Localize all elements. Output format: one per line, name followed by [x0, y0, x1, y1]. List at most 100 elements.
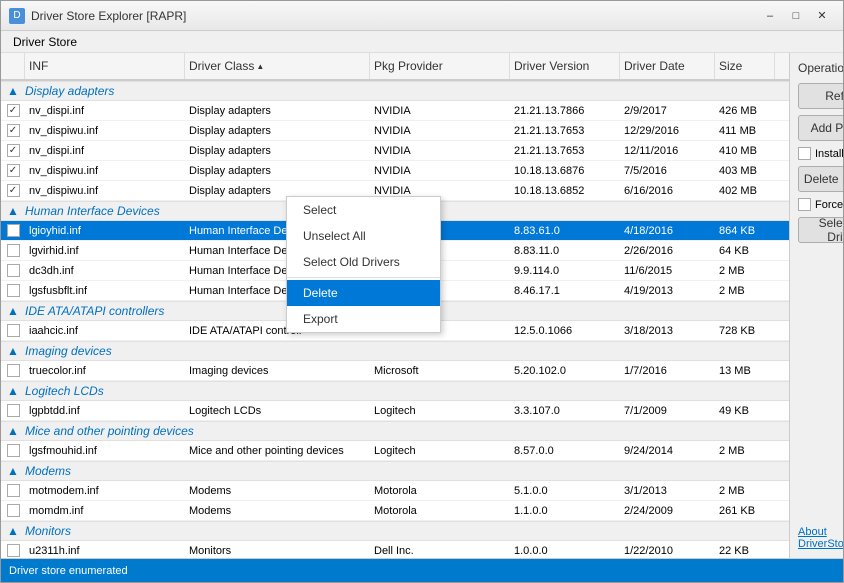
row-size: 402 MB [715, 181, 775, 200]
minimize-button[interactable]: – [757, 6, 783, 26]
table-row[interactable]: truecolor.inf Imaging devices Microsoft … [1, 361, 789, 381]
close-button[interactable]: ✕ [809, 6, 835, 26]
context-menu-item-select[interactable]: Select [287, 197, 440, 223]
row-spacer [775, 361, 789, 380]
row-size: 2 MB [715, 281, 775, 300]
table-row[interactable]: lgsfmouhid.inf Mice and other pointing d… [1, 441, 789, 461]
row-class: Display adapters [185, 141, 370, 160]
section-collapse-icon[interactable]: ▲ [1, 204, 25, 218]
row-date: 4/19/2013 [620, 281, 715, 300]
row-checkbox[interactable] [7, 224, 20, 237]
row-checkbox[interactable] [7, 404, 20, 417]
table-row[interactable]: motmodem.inf Modems Motorola 5.1.0.0 3/1… [1, 481, 789, 501]
row-checkbox[interactable] [7, 504, 20, 517]
section-label: Logitech LCDs [25, 384, 789, 398]
app-icon: D [9, 8, 25, 24]
select-old-drivers-button[interactable]: Select Old Drivers [798, 217, 843, 243]
row-inf: lgsfusbflt.inf [25, 281, 185, 300]
row-checkbox-cell [1, 321, 25, 340]
row-provider: NVIDIA [370, 121, 510, 140]
row-spacer [775, 101, 789, 120]
th-pkg-provider[interactable]: Pkg Provider [370, 53, 510, 79]
force-deletion-checkbox[interactable] [798, 198, 811, 211]
row-date: 4/18/2016 [620, 221, 715, 240]
section-collapse-icon[interactable]: ▲ [1, 524, 25, 538]
row-provider: NVIDIA [370, 141, 510, 160]
row-inf: u2311h.inf [25, 541, 185, 558]
context-menu-item-select-old-drivers[interactable]: Select Old Drivers [287, 249, 440, 275]
row-checkbox-cell [1, 541, 25, 558]
row-size: 411 MB [715, 121, 775, 140]
th-inf[interactable]: INF [25, 53, 185, 79]
menu-bar: Driver Store [1, 31, 843, 53]
table-row[interactable]: nv_dispiwu.inf Display adapters NVIDIA 2… [1, 121, 789, 141]
row-checkbox[interactable] [7, 104, 20, 117]
section-collapse-icon[interactable]: ▲ [1, 304, 25, 318]
row-version: 8.83.11.0 [510, 241, 620, 260]
section-collapse-icon[interactable]: ▲ [1, 424, 25, 438]
row-checkbox-cell [1, 401, 25, 420]
row-spacer [775, 501, 789, 520]
row-checkbox[interactable] [7, 364, 20, 377]
context-menu-item-delete[interactable]: Delete [287, 280, 440, 306]
table-row[interactable]: nv_dispi.inf Display adapters NVIDIA 21.… [1, 141, 789, 161]
row-size: 728 KB [715, 321, 775, 340]
context-menu-item-export[interactable]: Export [287, 306, 440, 332]
row-provider: Motorola [370, 481, 510, 500]
window-title: Driver Store Explorer [RAPR] [31, 9, 186, 23]
row-inf: dc3dh.inf [25, 261, 185, 280]
delete-package-button[interactable]: Delete Package [798, 166, 843, 192]
row-date: 2/9/2017 [620, 101, 715, 120]
th-size[interactable]: Size [715, 53, 775, 79]
th-driver-date[interactable]: Driver Date [620, 53, 715, 79]
row-checkbox[interactable] [7, 244, 20, 257]
row-checkbox[interactable] [7, 484, 20, 497]
install-driver-label: Install Driver [815, 148, 843, 160]
row-checkbox-cell [1, 101, 25, 120]
row-spacer [775, 221, 789, 240]
row-date: 12/11/2016 [620, 141, 715, 160]
th-driver-class[interactable]: Driver Class▲ [185, 53, 370, 79]
row-checkbox[interactable] [7, 124, 20, 137]
row-checkbox-cell [1, 241, 25, 260]
th-driver-version[interactable]: Driver Version [510, 53, 620, 79]
row-version: 21.21.13.7653 [510, 121, 620, 140]
row-size: 2 MB [715, 441, 775, 460]
table-row[interactable]: nv_dispiwu.inf Display adapters NVIDIA 1… [1, 161, 789, 181]
row-checkbox[interactable] [7, 164, 20, 177]
row-size: 403 MB [715, 161, 775, 180]
table-row[interactable]: u2311h.inf Monitors Dell Inc. 1.0.0.0 1/… [1, 541, 789, 558]
row-inf: lgpbtdd.inf [25, 401, 185, 420]
row-checkbox[interactable] [7, 284, 20, 297]
row-checkbox[interactable] [7, 444, 20, 457]
row-provider: NVIDIA [370, 101, 510, 120]
section-collapse-icon[interactable]: ▲ [1, 84, 25, 98]
status-bar: Driver store enumerated [1, 558, 843, 582]
about-link[interactable]: About DriverStoreExplorer [798, 526, 843, 550]
row-version: 9.9.114.0 [510, 261, 620, 280]
row-checkbox[interactable] [7, 144, 20, 157]
row-class: Modems [185, 501, 370, 520]
row-checkbox[interactable] [7, 544, 20, 557]
table-row[interactable]: nv_dispi.inf Display adapters NVIDIA 21.… [1, 101, 789, 121]
section-collapse-icon[interactable]: ▲ [1, 384, 25, 398]
section-label: Mice and other pointing devices [25, 424, 789, 438]
table-row[interactable]: momdm.inf Modems Motorola 1.1.0.0 2/24/2… [1, 501, 789, 521]
row-checkbox[interactable] [7, 264, 20, 277]
row-checkbox[interactable] [7, 324, 20, 337]
context-menu: SelectUnselect AllSelect Old Drivers Dele… [286, 196, 441, 333]
menu-driver-store[interactable]: Driver Store [5, 33, 85, 51]
refresh-button[interactable]: Refresh [798, 83, 843, 109]
section-collapse-icon[interactable]: ▲ [1, 464, 25, 478]
row-checkbox[interactable] [7, 184, 20, 197]
table-row[interactable]: lgpbtdd.inf Logitech LCDs Logitech 3.3.1… [1, 401, 789, 421]
row-date: 3/18/2013 [620, 321, 715, 340]
context-menu-item-unselect-all[interactable]: Unselect All [287, 223, 440, 249]
add-package-button[interactable]: Add Package [798, 115, 843, 141]
maximize-button[interactable]: □ [783, 6, 809, 26]
row-size: 410 MB [715, 141, 775, 160]
install-driver-checkbox[interactable] [798, 147, 811, 160]
row-date: 7/1/2009 [620, 401, 715, 420]
row-provider: NVIDIA [370, 161, 510, 180]
section-collapse-icon[interactable]: ▲ [1, 344, 25, 358]
